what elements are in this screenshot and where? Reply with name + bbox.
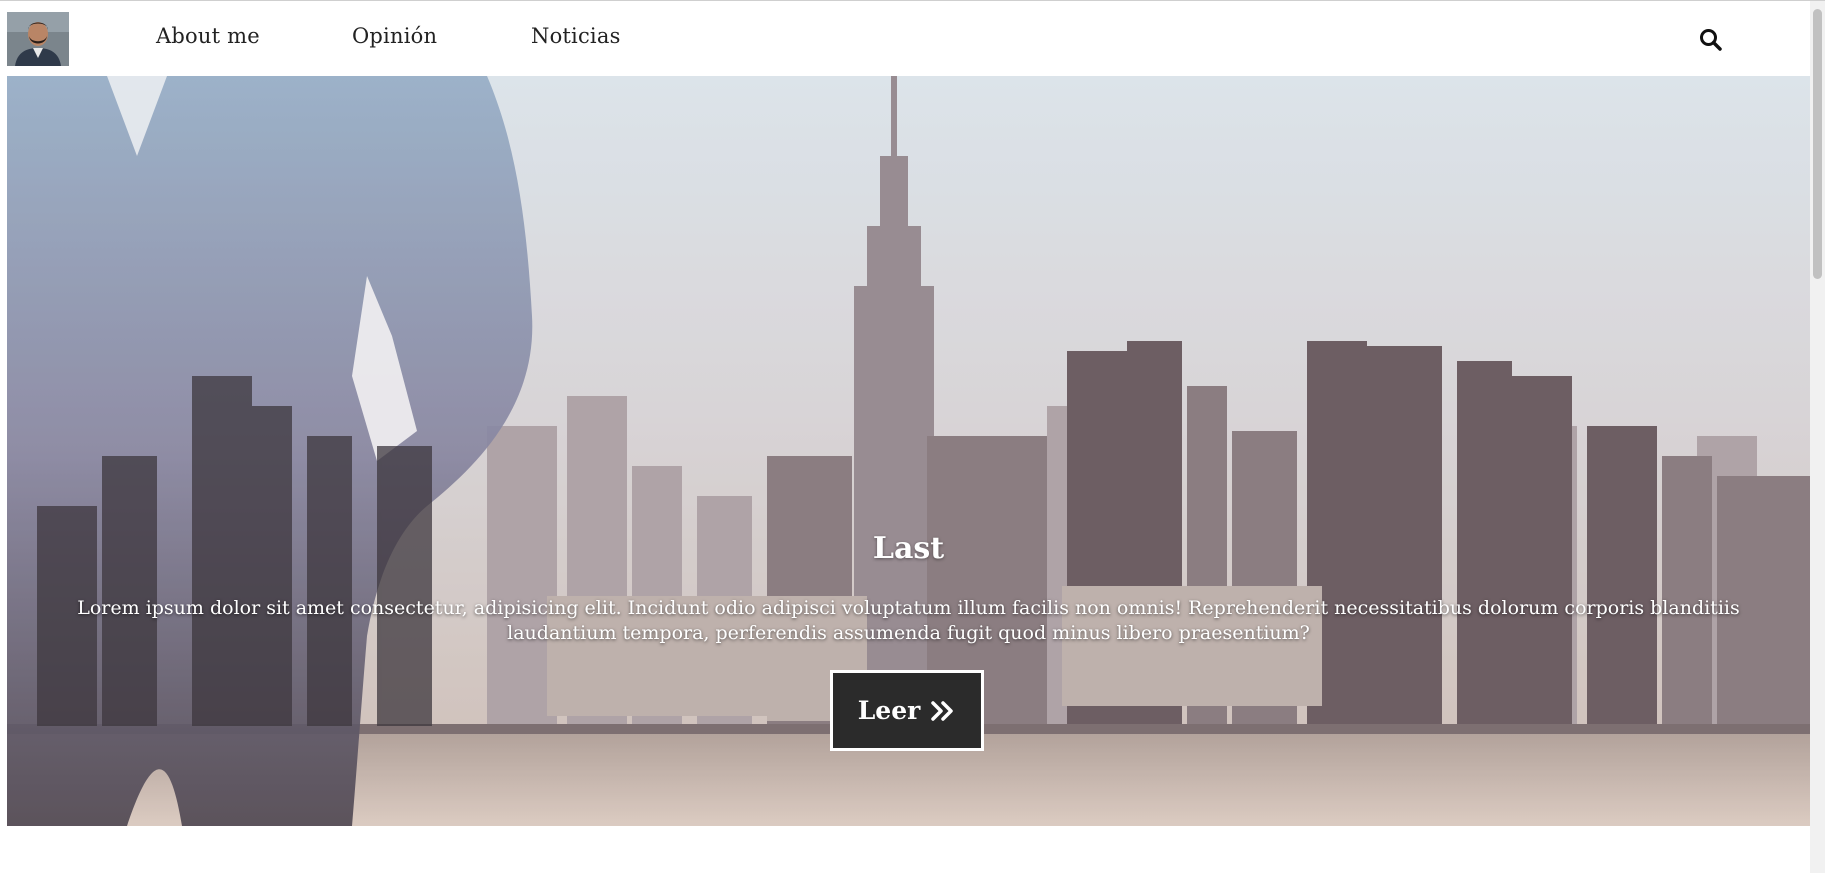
- read-more-button[interactable]: Leer: [830, 670, 984, 751]
- hero-description: Lorem ipsum dolor sit amet consectetur, …: [77, 597, 1740, 644]
- search-button[interactable]: [1698, 27, 1724, 53]
- double-chevron-right-icon: [930, 699, 956, 723]
- hero-title: Last: [872, 531, 945, 566]
- search-icon: [1700, 29, 1722, 51]
- nav-opinion[interactable]: Opinión: [352, 24, 437, 48]
- hero-banner: Last Lorem ipsum dolor sit amet consecte…: [7, 76, 1810, 826]
- navbar: About me Opinión Noticias: [0, 1, 1810, 76]
- nav-news[interactable]: Noticias: [531, 24, 621, 48]
- read-more-label: Leer: [857, 696, 921, 725]
- avatar[interactable]: [7, 12, 69, 66]
- page-scrollbar[interactable]: [1810, 1, 1825, 873]
- scrollbar-thumb[interactable]: [1813, 9, 1822, 279]
- user-photo-icon: [7, 12, 69, 66]
- nav-about-me[interactable]: About me: [156, 24, 260, 48]
